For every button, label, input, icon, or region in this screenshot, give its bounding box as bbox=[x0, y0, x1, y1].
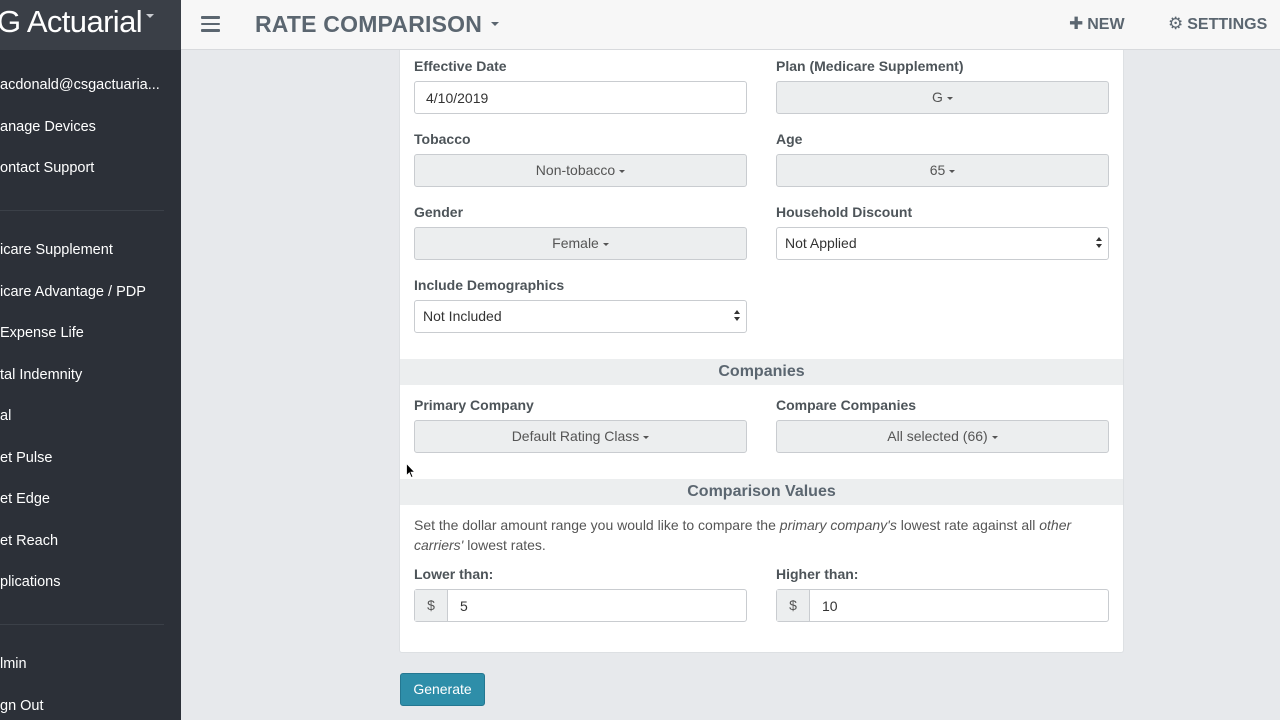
top-header: RATE COMPARISON ✚ NEW ⚙ SETTINGS bbox=[181, 0, 1280, 50]
caret-down-icon bbox=[619, 169, 626, 173]
include-demographics-value: Not Included bbox=[423, 308, 502, 324]
dollar-addon: $ bbox=[415, 590, 448, 621]
sidebar-item-applications[interactable]: plications bbox=[0, 574, 60, 590]
effective-date-label: Effective Date bbox=[414, 58, 507, 74]
effective-date-input[interactable]: 4/10/2019 bbox=[414, 81, 747, 114]
select-arrows-icon bbox=[734, 310, 741, 323]
gender-value: Female bbox=[552, 235, 599, 251]
plan-dropdown[interactable]: G bbox=[776, 81, 1109, 114]
include-demographics-select[interactable]: Not Included bbox=[414, 300, 747, 333]
higher-than-input[interactable]: 10 bbox=[822, 598, 838, 614]
sidebar-item-admin[interactable]: lmin bbox=[0, 656, 27, 672]
gender-label: Gender bbox=[414, 204, 464, 220]
gear-icon: ⚙ bbox=[1168, 14, 1184, 33]
household-discount-value: Not Applied bbox=[785, 235, 857, 251]
sidebar-item-hospital-indemnity[interactable]: tal Indemnity bbox=[0, 367, 82, 383]
age-value: 65 bbox=[929, 162, 946, 178]
compare-companies-dropdown[interactable]: All selected (66) bbox=[776, 420, 1109, 453]
generate-button[interactable]: Generate bbox=[400, 673, 485, 706]
lower-than-label: Lower than: bbox=[414, 566, 494, 582]
sidebar-item-account[interactable]: acdonald@csgactuaria... bbox=[0, 77, 160, 93]
comparison-values-section-heading: Comparison Values bbox=[400, 479, 1123, 505]
lower-than-input[interactable]: 5 bbox=[460, 598, 468, 614]
caret-down-icon bbox=[991, 435, 998, 439]
hamburger-menu-icon[interactable] bbox=[201, 16, 220, 32]
higher-than-label: Higher than: bbox=[776, 566, 859, 582]
sidebar-item-contact-support[interactable]: ontact Support bbox=[0, 160, 94, 176]
compare-companies-value: All selected (66) bbox=[887, 428, 988, 444]
sidebar-divider bbox=[0, 210, 164, 211]
select-arrows-icon bbox=[1096, 237, 1103, 250]
sidebar-item-manage-devices[interactable]: anage Devices bbox=[0, 119, 96, 135]
rate-comparison-form: Effective Date 4/10/2019 Plan (Medicare … bbox=[399, 50, 1124, 653]
tobacco-value: Non-tobacco bbox=[535, 162, 616, 178]
primary-company-value: Default Rating Class bbox=[511, 428, 640, 444]
mouse-cursor-icon bbox=[406, 463, 416, 479]
household-discount-select[interactable]: Not Applied bbox=[776, 227, 1109, 260]
household-discount-label: Household Discount bbox=[776, 204, 913, 220]
sidebar-item-market-edge[interactable]: et Edge bbox=[0, 491, 50, 507]
sidebar-item-medicare-advantage[interactable]: icare Advantage / PDP bbox=[0, 284, 146, 300]
chevron-down-icon bbox=[146, 14, 154, 18]
plan-label: Plan (Medicare Supplement) bbox=[776, 58, 964, 74]
plus-icon: ✚ bbox=[1069, 14, 1084, 33]
dollar-addon: $ bbox=[777, 590, 810, 621]
chevron-down-icon bbox=[491, 22, 499, 26]
include-demographics-label: Include Demographics bbox=[414, 277, 565, 293]
primary-company-label: Primary Company bbox=[414, 397, 534, 413]
lower-than-input-group: $ 5 bbox=[414, 589, 747, 622]
companies-section-heading: Companies bbox=[400, 359, 1123, 385]
caret-down-icon bbox=[643, 435, 650, 439]
sidebar-item-market-pulse[interactable]: et Pulse bbox=[0, 450, 52, 466]
tobacco-dropdown[interactable]: Non-tobacco bbox=[414, 154, 747, 187]
sidebar-item-final-expense-life[interactable]: Expense Life bbox=[0, 325, 84, 341]
settings-button[interactable]: ⚙ SETTINGS bbox=[1168, 14, 1267, 34]
sidebar-item-sign-out[interactable]: gn Out bbox=[0, 698, 44, 714]
sidebar-item-market-reach[interactable]: et Reach bbox=[0, 533, 58, 549]
primary-company-dropdown[interactable]: Default Rating Class bbox=[414, 420, 747, 453]
new-button[interactable]: ✚ NEW bbox=[1069, 14, 1125, 34]
higher-than-input-group: $ 10 bbox=[776, 589, 1109, 622]
caret-down-icon bbox=[602, 242, 609, 246]
brand-logo-text: G Actuarial bbox=[0, 4, 143, 39]
caret-down-icon bbox=[946, 96, 953, 100]
gender-dropdown[interactable]: Female bbox=[414, 227, 747, 260]
settings-button-label: SETTINGS bbox=[1187, 16, 1268, 33]
caret-down-icon bbox=[949, 169, 956, 173]
brand-dropdown[interactable]: G Actuarial bbox=[0, 0, 181, 50]
comparison-description: Set the dollar amount range you would li… bbox=[414, 517, 1072, 553]
age-dropdown[interactable]: 65 bbox=[776, 154, 1109, 187]
sidebar-item-dental[interactable]: al bbox=[0, 408, 11, 424]
plan-value: G bbox=[932, 89, 943, 105]
tobacco-label: Tobacco bbox=[414, 131, 471, 147]
sidebar-divider bbox=[0, 624, 164, 625]
compare-companies-label: Compare Companies bbox=[776, 397, 917, 413]
sidebar-item-medicare-supplement[interactable]: icare Supplement bbox=[0, 242, 113, 258]
age-label: Age bbox=[776, 131, 803, 147]
page-title[interactable]: RATE COMPARISON bbox=[255, 11, 482, 38]
sidebar: G Actuarial acdonald@csgactuaria... anag… bbox=[0, 0, 181, 720]
new-button-label: NEW bbox=[1087, 16, 1125, 33]
